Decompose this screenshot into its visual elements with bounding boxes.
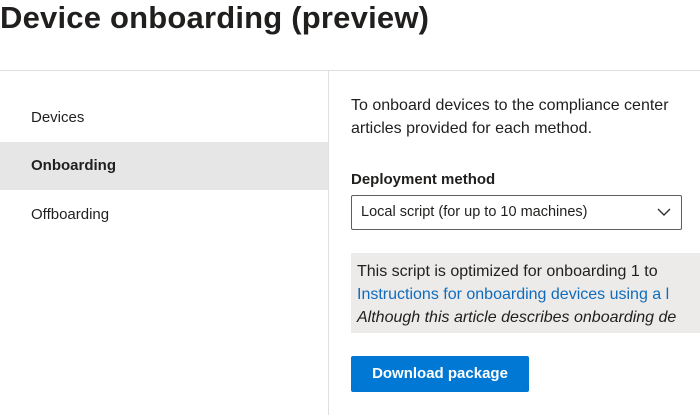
intro-text: To onboard devices to the compliance cen… [351, 94, 700, 140]
sidebar-nav: Devices Onboarding Offboarding [0, 71, 328, 415]
page-title: Device onboarding (preview) [0, 0, 430, 35]
deployment-method-label: Deployment method [351, 171, 496, 188]
device-onboarding-page: Device onboarding (preview) Devices Onbo… [0, 0, 700, 415]
main-content: To onboard devices to the compliance cen… [351, 71, 700, 415]
sidebar-divider [328, 71, 329, 415]
download-package-button[interactable]: Download package [351, 356, 529, 392]
instructions-link[interactable]: Instructions for onboarding devices usin… [357, 283, 700, 306]
sidebar-item-label: Devices [31, 109, 85, 126]
sidebar-item-onboarding[interactable]: Onboarding [0, 142, 328, 190]
info-note: Although this article describes onboardi… [357, 309, 677, 326]
intro-line: To onboard devices to the compliance cen… [351, 97, 669, 114]
chevron-down-icon [657, 208, 671, 216]
deployment-method-dropdown[interactable]: Local script (for up to 10 machines) [351, 195, 682, 230]
sidebar-item-devices[interactable]: Devices [0, 94, 328, 142]
dropdown-selected-value: Local script (for up to 10 machines) [361, 204, 588, 220]
sidebar-item-offboarding[interactable]: Offboarding [0, 191, 328, 239]
sidebar-item-label: Offboarding [31, 206, 110, 223]
info-box: This script is optimized for onboarding … [351, 253, 700, 333]
intro-line: articles provided for each method. [351, 120, 593, 137]
sidebar-item-label: Onboarding [31, 157, 116, 174]
info-text: This script is optimized for onboarding … [357, 263, 658, 280]
